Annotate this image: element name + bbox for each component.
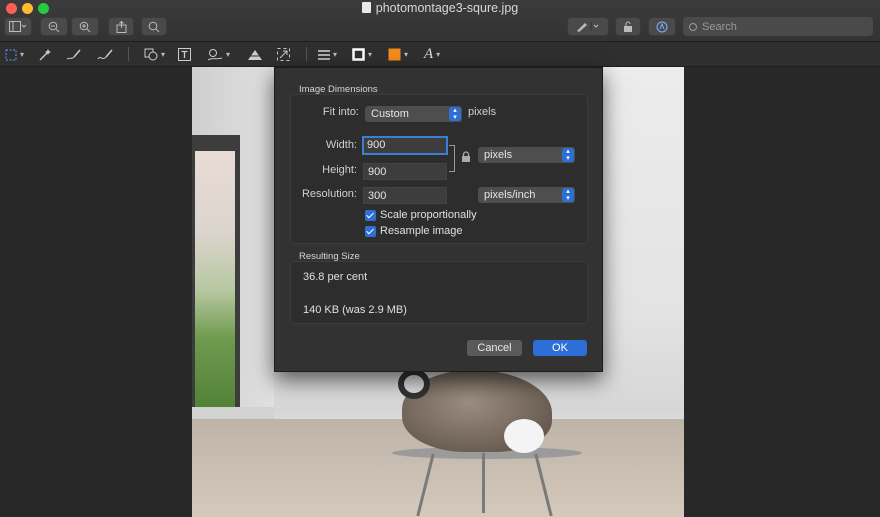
zoom-out-icon <box>48 21 60 32</box>
height-label: Height: <box>322 164 357 176</box>
proportion-bracket <box>449 145 455 172</box>
popup-stepper-icon: ▴ ▾ <box>449 107 461 121</box>
share-icon <box>116 20 126 33</box>
resolution-label: Resolution: <box>301 188 357 200</box>
resulting-size-group: 36.8 per cent 140 KB (was 2.9 MB) <box>290 261 588 324</box>
line-style-icon <box>318 50 330 60</box>
shapes-icon <box>144 48 158 61</box>
border-color-icon <box>352 48 365 61</box>
text-box-icon <box>178 48 191 61</box>
zoom-out-button[interactable] <box>40 17 68 36</box>
sidebar-view-button[interactable] <box>4 17 32 36</box>
text-tool-button[interactable] <box>178 47 191 62</box>
search-input[interactable] <box>702 20 862 33</box>
sketch-icon <box>66 49 81 60</box>
toolbar-separator <box>306 47 307 61</box>
chair-leg-shape <box>482 453 485 513</box>
chevron-down-icon: ▾ <box>226 50 231 59</box>
sign-button[interactable]: ▾ <box>207 47 230 62</box>
chevron-down-icon: ▾ <box>404 50 409 59</box>
selection-tool-button[interactable]: ▾ <box>5 47 24 62</box>
fit-into-popup[interactable]: Custom ▴ ▾ <box>365 106 462 122</box>
draw-icon <box>97 49 113 60</box>
markup-pen-button[interactable] <box>567 17 609 36</box>
fit-into-unit: pixels <box>468 106 497 118</box>
font-icon: A <box>424 46 434 62</box>
chevron-down-icon: ▾ <box>436 50 441 59</box>
popup-stepper-icon: ▴ ▾ <box>562 188 574 202</box>
ok-button[interactable]: OK <box>533 340 587 356</box>
rotate-icon <box>624 21 632 32</box>
shapes-button[interactable]: ▾ <box>144 47 165 62</box>
border-color-button[interactable]: ▾ <box>352 47 372 62</box>
result-filesize: 140 KB (was 2.9 MB) <box>303 304 407 316</box>
resample-image-checkbox[interactable]: Resample image <box>365 225 463 237</box>
resolution-unit-popup[interactable]: pixels/inch ▴ ▾ <box>478 187 575 203</box>
pen-icon <box>577 22 599 32</box>
adjust-size-dialog: Image Dimensions Fit into: Custom ▴ ▾ pix… <box>274 67 603 372</box>
cancel-button[interactable]: Cancel <box>467 340 522 356</box>
resize-icon <box>277 48 290 61</box>
image-dimensions-group: Fit into: Custom ▴ ▾ pixels Width: 900 He… <box>290 94 588 244</box>
sketch-tool-button[interactable] <box>66 47 81 62</box>
fill-color-button[interactable]: ▾ <box>388 47 408 62</box>
markup-icon <box>656 21 668 32</box>
toolbar-separator <box>128 47 129 61</box>
shape-style-button[interactable]: ▾ <box>318 47 337 62</box>
magnifier-icon <box>148 21 160 32</box>
height-field[interactable]: 900 <box>363 163 447 180</box>
width-label: Width: <box>325 139 357 151</box>
rabbit-tail-shape <box>504 419 544 453</box>
width-field[interactable]: 900 <box>362 136 448 155</box>
scale-proportionally-checkbox[interactable]: Scale proportionally <box>365 209 477 221</box>
title-bar: photomontage3-squre.jpg <box>0 0 880 42</box>
result-percent: 36.8 per cent <box>303 271 368 283</box>
resolution-unit-value: pixels/inch <box>484 189 536 201</box>
preview-window: photomontage3-squre.jpg Search ▾ ▾ ▾ ▾ ▾… <box>0 0 880 517</box>
fit-into-label: Fit into: <box>322 106 359 118</box>
chevron-down-icon: ▾ <box>333 50 338 59</box>
chevron-down-icon: ▾ <box>368 50 373 59</box>
zoom-in-button[interactable] <box>71 17 99 36</box>
size-unit-popup[interactable]: pixels ▴ ▾ <box>478 147 575 163</box>
window-title: photomontage3-squre.jpg <box>375 1 519 15</box>
landscape-view-shape <box>195 151 235 419</box>
rotate-button[interactable] <box>615 17 641 36</box>
checkbox-checked-icon <box>365 209 376 221</box>
adjust-color-button[interactable] <box>247 47 263 62</box>
popup-stepper-icon: ▴ ▾ <box>562 148 574 162</box>
rectangular-selection-icon <box>5 49 17 60</box>
chevron-down-icon: ▾ <box>20 50 25 59</box>
chevron-down-icon: ▾ <box>161 50 166 59</box>
magic-wand-icon <box>39 48 51 60</box>
lock-icon[interactable] <box>461 151 471 163</box>
instant-alpha-button[interactable] <box>38 47 52 62</box>
window-title-area: photomontage3-squre.jpg <box>0 1 880 15</box>
adjust-size-button[interactable] <box>277 47 290 62</box>
fit-into-value: Custom <box>371 108 409 120</box>
size-unit-value: pixels <box>484 149 513 161</box>
zoom-in-icon <box>79 21 91 32</box>
share-button[interactable] <box>108 17 134 36</box>
signature-icon <box>207 49 223 61</box>
checkbox-checked-icon <box>365 225 376 237</box>
window-frame-shape <box>192 135 240 425</box>
resolution-field[interactable]: 300 <box>363 187 447 204</box>
adjust-color-icon <box>247 49 263 60</box>
resample-image-label: Resample image <box>380 225 463 237</box>
fill-color-icon <box>388 48 401 61</box>
document-icon <box>361 2 371 13</box>
text-style-button[interactable]: A ▾ <box>424 46 441 62</box>
sidebar-icon <box>9 21 27 32</box>
headphones-shape <box>398 369 430 399</box>
search-field[interactable] <box>683 17 873 36</box>
markup-toolbar-button[interactable] <box>648 17 676 36</box>
search-icon <box>689 22 697 31</box>
zoom-fit-button[interactable] <box>141 17 167 36</box>
scale-proportionally-label: Scale proportionally <box>380 209 477 221</box>
draw-tool-button[interactable] <box>97 47 113 62</box>
markup-toolbar: ▾ ▾ ▾ ▾ ▾ ▾ A ▾ <box>0 42 880 67</box>
